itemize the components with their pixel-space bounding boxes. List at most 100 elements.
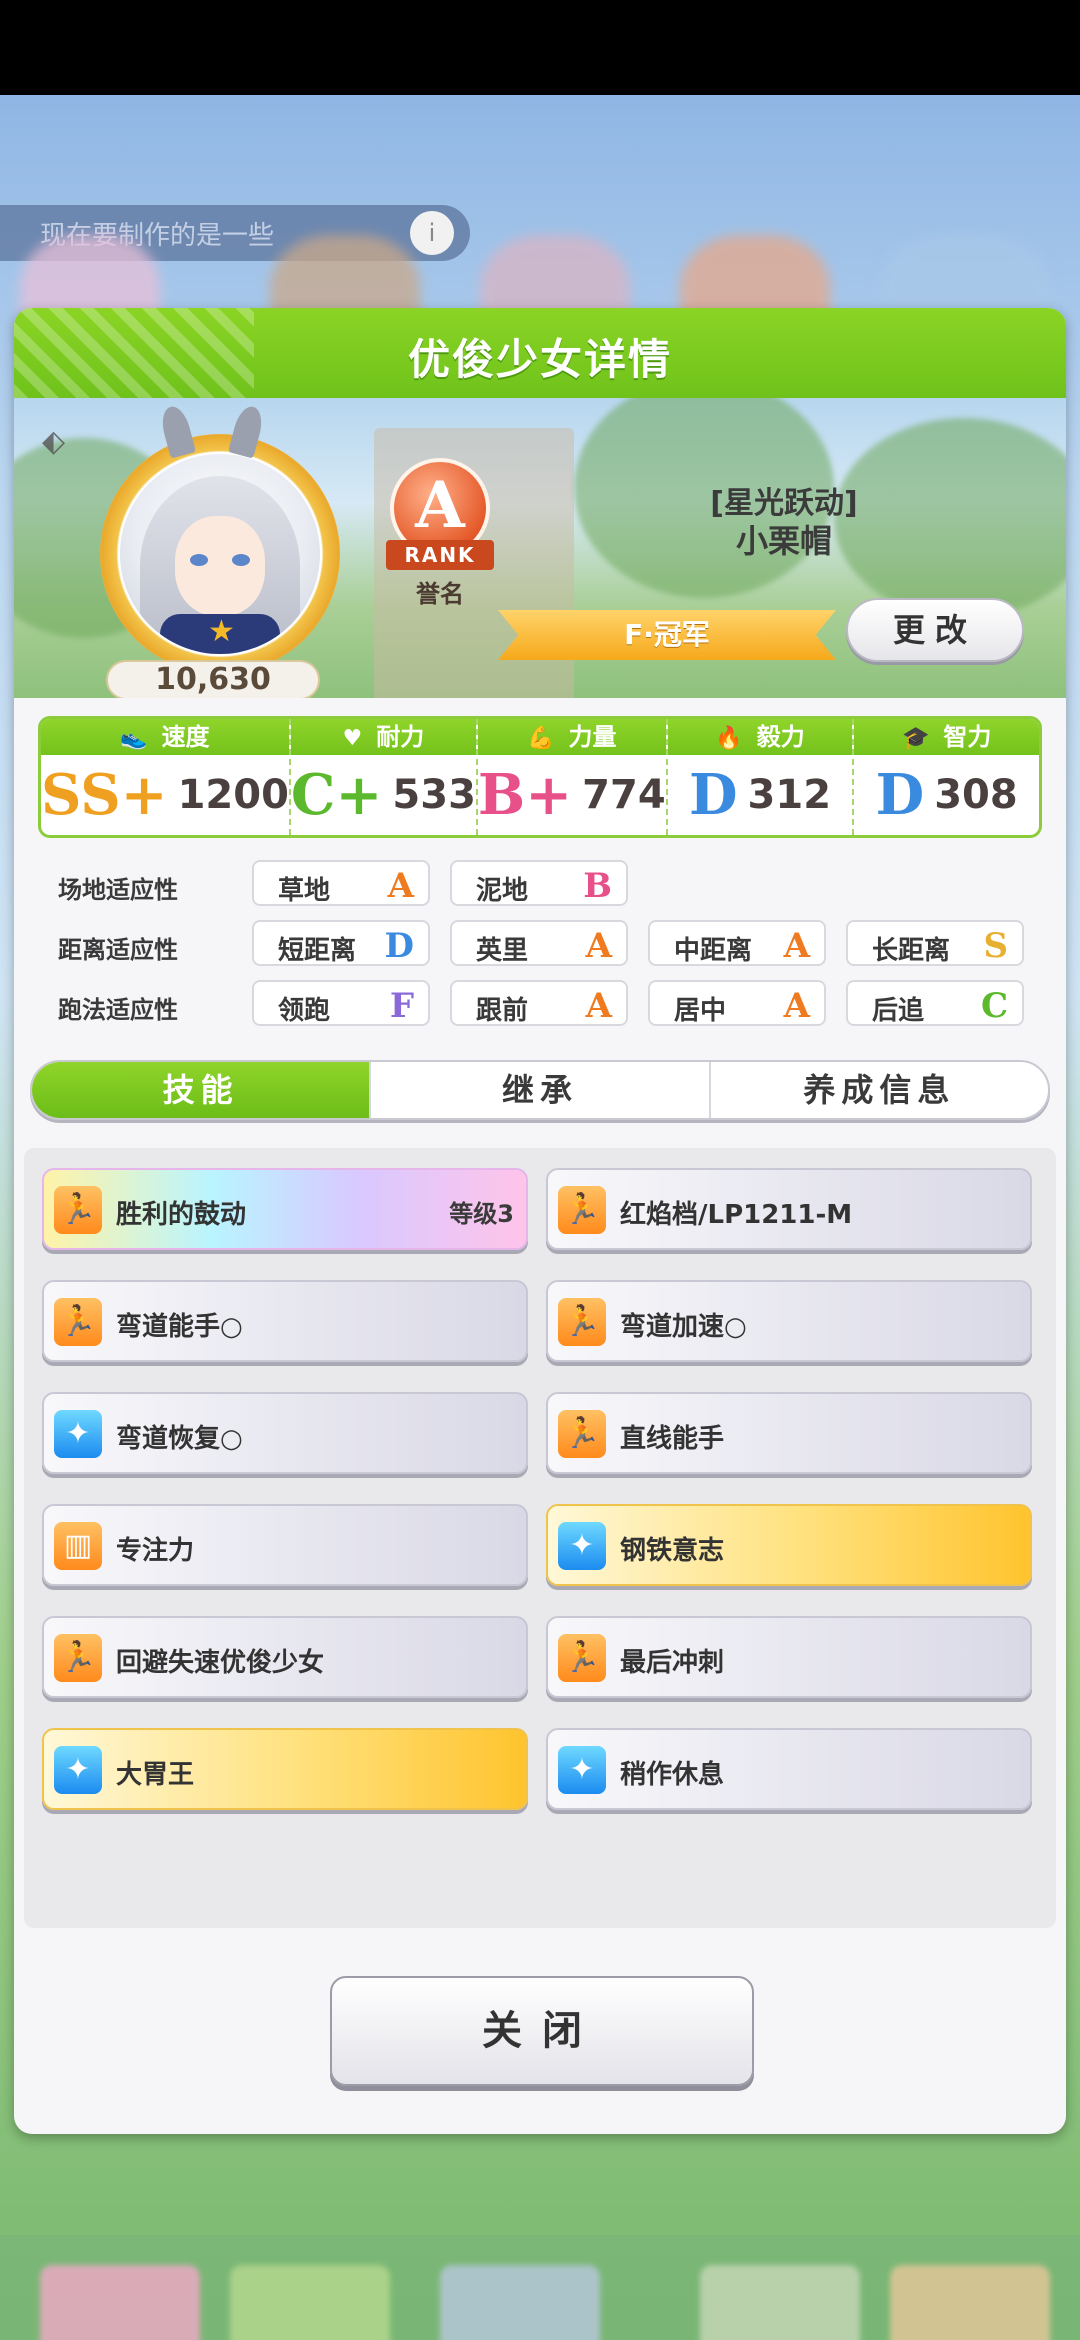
- modal-title: 优俊少女详情: [407, 335, 672, 384]
- runner-icon: 🏃: [558, 1410, 606, 1458]
- skill-item[interactable]: ✦ 稍作休息: [546, 1728, 1032, 1810]
- muscle-icon: 💪: [527, 726, 555, 751]
- apt-grade: D: [384, 926, 414, 966]
- apt-name: 跟前: [476, 996, 529, 1026]
- runner-icon: 🏃: [54, 1298, 102, 1346]
- skill-item[interactable]: ✦ 弯道恢复○: [42, 1392, 528, 1474]
- skill-item[interactable]: 🏃 胜利的鼓动 等级3: [42, 1168, 528, 1250]
- skill-name: 弯道加速○: [620, 1312, 747, 1342]
- change-button[interactable]: 更改: [846, 598, 1024, 662]
- apt-grade: F: [389, 986, 414, 1026]
- star-icon: ★: [208, 614, 235, 649]
- apt-grade: A: [387, 866, 414, 906]
- sparkle-icon: ✦: [54, 1410, 102, 1458]
- character-name: 小栗帽: [735, 522, 832, 560]
- stat-stamina: ♥ 耐力 C+ 533: [290, 719, 478, 835]
- background-menu-button: [890, 2265, 1050, 2340]
- track-aptitude-row: 场地适应性 草地 A 泥地 B: [38, 860, 1042, 910]
- apt-name: 泥地: [476, 876, 529, 906]
- stat-power: 💪 力量 B+ 774: [477, 719, 668, 835]
- sparkle-icon: ✦: [54, 1746, 102, 1794]
- tab-skills[interactable]: 技能: [32, 1062, 372, 1118]
- stat-value: 1200: [177, 772, 289, 818]
- tab-inheritance[interactable]: 继承: [371, 1062, 711, 1118]
- stat-value: 308: [934, 772, 1018, 818]
- tab-training-info[interactable]: 养成信息: [711, 1062, 1048, 1118]
- heart-icon: ♥: [342, 726, 363, 751]
- character-portrait[interactable]: ★: [120, 454, 320, 654]
- skill-name: 弯道能手○: [116, 1312, 243, 1342]
- background-menu-button: [230, 2265, 390, 2340]
- apt-label: 场地适应性: [58, 876, 178, 904]
- skill-name: 直线能手: [620, 1424, 725, 1454]
- apt-grade: A: [783, 926, 810, 966]
- apt-cell: 中距离 A: [648, 920, 826, 966]
- info-icon: i: [410, 211, 454, 255]
- skill-item[interactable]: 🏃 回避失速优俊少女: [42, 1616, 528, 1698]
- skill-item[interactable]: 🏃 最后冲刺: [546, 1616, 1032, 1698]
- skill-name: 红焰档/LP1211-M: [620, 1200, 853, 1230]
- apt-grade: A: [585, 926, 612, 966]
- rank-letter: A: [415, 468, 465, 543]
- runner-icon: 🏃: [558, 1298, 606, 1346]
- rank-ribbon: RANK: [386, 540, 494, 570]
- skill-name: 胜利的鼓动: [116, 1200, 247, 1230]
- stat-label: 速度: [161, 723, 210, 751]
- skill-item[interactable]: 🏃 弯道加速○: [546, 1280, 1032, 1362]
- apt-name: 英里: [476, 936, 529, 966]
- apt-grade: A: [585, 986, 612, 1026]
- apt-cell: 泥地 B: [450, 860, 628, 906]
- gate-icon: ▥: [54, 1522, 102, 1570]
- skill-name: 专注力: [116, 1536, 195, 1566]
- apt-cell: 领跑 F: [252, 980, 430, 1026]
- skill-name: 稍作休息: [620, 1760, 725, 1790]
- stat-grade: D: [688, 762, 738, 828]
- apt-grade: S: [983, 926, 1008, 966]
- apt-name: 短距离: [278, 936, 357, 966]
- apt-name: 中距离: [674, 936, 753, 966]
- background-menu-button: [40, 2265, 200, 2340]
- stat-grade: B+: [477, 762, 573, 828]
- skills-list: 🏃 胜利的鼓动 等级3 🏃 红焰档/LP1211-M 🏃 弯道能手○ 🏃 弯道加…: [24, 1148, 1056, 1928]
- runner-icon: 🏃: [54, 1186, 102, 1234]
- apt-grade: B: [583, 866, 612, 906]
- fan-count: 10,630: [106, 660, 320, 698]
- skill-item[interactable]: ✦ 钢铁意志: [546, 1504, 1032, 1586]
- shoe-icon: 👟: [120, 726, 148, 751]
- modal-header: 优俊少女详情: [14, 308, 1066, 398]
- stat-grade: D: [875, 762, 925, 828]
- skill-item[interactable]: ▥ 专注力: [42, 1504, 528, 1586]
- skill-item[interactable]: 🏃 直线能手: [546, 1392, 1032, 1474]
- background-menu-button: [440, 2265, 600, 2340]
- stat-value: 533: [392, 772, 476, 818]
- skill-item[interactable]: 🏃 弯道能手○: [42, 1280, 528, 1362]
- skill-level: 等级3: [449, 1200, 514, 1228]
- skill-item[interactable]: ✦ 大胃王: [42, 1728, 528, 1810]
- skill-name: 最后冲刺: [620, 1648, 725, 1678]
- apt-cell: 长距离 S: [846, 920, 1024, 966]
- stat-wisdom: 🎓 智力 D 308: [854, 719, 1039, 835]
- apt-cell: 跟前 A: [450, 980, 628, 1026]
- umamusume-detail-modal: 优俊少女详情 ⬖ ★ 10,630 A RANK 誉名 [星光跃动] 小栗帽 F…: [14, 308, 1066, 2134]
- apt-cell: 草地 A: [252, 860, 430, 906]
- skill-name: 大胃王: [116, 1760, 195, 1790]
- skill-name: 回避失速优俊少女: [116, 1648, 325, 1678]
- skill-name: 弯道恢复○: [116, 1424, 243, 1454]
- mortarboard-icon: 🎓: [901, 726, 930, 751]
- stat-value: 774: [582, 772, 666, 818]
- flame-icon: 🔥: [715, 726, 743, 751]
- apt-name: 居中: [674, 996, 727, 1026]
- stat-value: 312: [747, 772, 832, 818]
- style-aptitude-row: 跑法适应性 领跑 F 跟前 A 居中 A 后追 C: [38, 980, 1042, 1030]
- apt-grade: C: [980, 986, 1008, 1026]
- stat-grade: SS+: [41, 762, 168, 828]
- apt-cell: 短距离 D: [252, 920, 430, 966]
- runner-icon: 🏃: [558, 1186, 606, 1234]
- detail-tabs: 技能 继承 养成信息: [30, 1060, 1050, 1120]
- stat-speed: 👟 速度 SS+ 1200: [41, 719, 291, 835]
- skill-item[interactable]: 🏃 红焰档/LP1211-M: [546, 1168, 1032, 1250]
- background-bottom-menu: [0, 2235, 1080, 2340]
- stat-grade: C+: [290, 762, 383, 828]
- close-button[interactable]: 关闭: [330, 1976, 754, 2086]
- stat-label: 力量: [568, 723, 617, 751]
